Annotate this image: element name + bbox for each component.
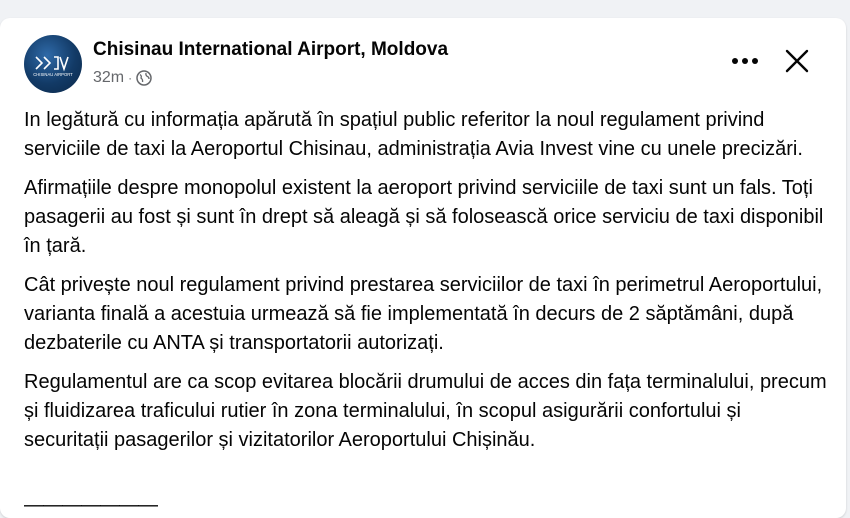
globe-icon: [136, 70, 152, 86]
more-options-icon: [732, 58, 738, 64]
post-body: In legătură cu informația apărută în spa…: [24, 106, 829, 465]
post-paragraph: Afirmațiile despre monopolul existent la…: [24, 177, 824, 257]
more-options-button[interactable]: [728, 46, 762, 76]
page-name-link[interactable]: Chisinau International Airport, Moldova: [93, 39, 448, 61]
close-icon: [785, 49, 809, 73]
post-paragraph: Regulamentul are ca scop evitarea blocăr…: [24, 371, 827, 451]
close-button[interactable]: [780, 44, 814, 78]
meta-separator: ·: [128, 71, 133, 85]
post-meta: 32m ·: [93, 69, 152, 87]
airport-logo-icon: CHISINAU AIRPORT: [33, 56, 73, 77]
post-paragraph: Cât privește noul regulament privind pre…: [24, 274, 823, 354]
more-options-icon: [742, 58, 748, 64]
post-timestamp[interactable]: 32m: [93, 69, 124, 87]
more-options-icon: [752, 58, 758, 64]
post-card: CHISINAU AIRPORT Chisinau International …: [0, 18, 846, 518]
page-avatar[interactable]: CHISINAU AIRPORT: [24, 35, 82, 93]
text-divider: ———————: [24, 494, 158, 516]
post-paragraph: In legătură cu informația apărută în spa…: [24, 109, 803, 160]
avatar-text: CHISINAU AIRPORT: [33, 72, 73, 77]
